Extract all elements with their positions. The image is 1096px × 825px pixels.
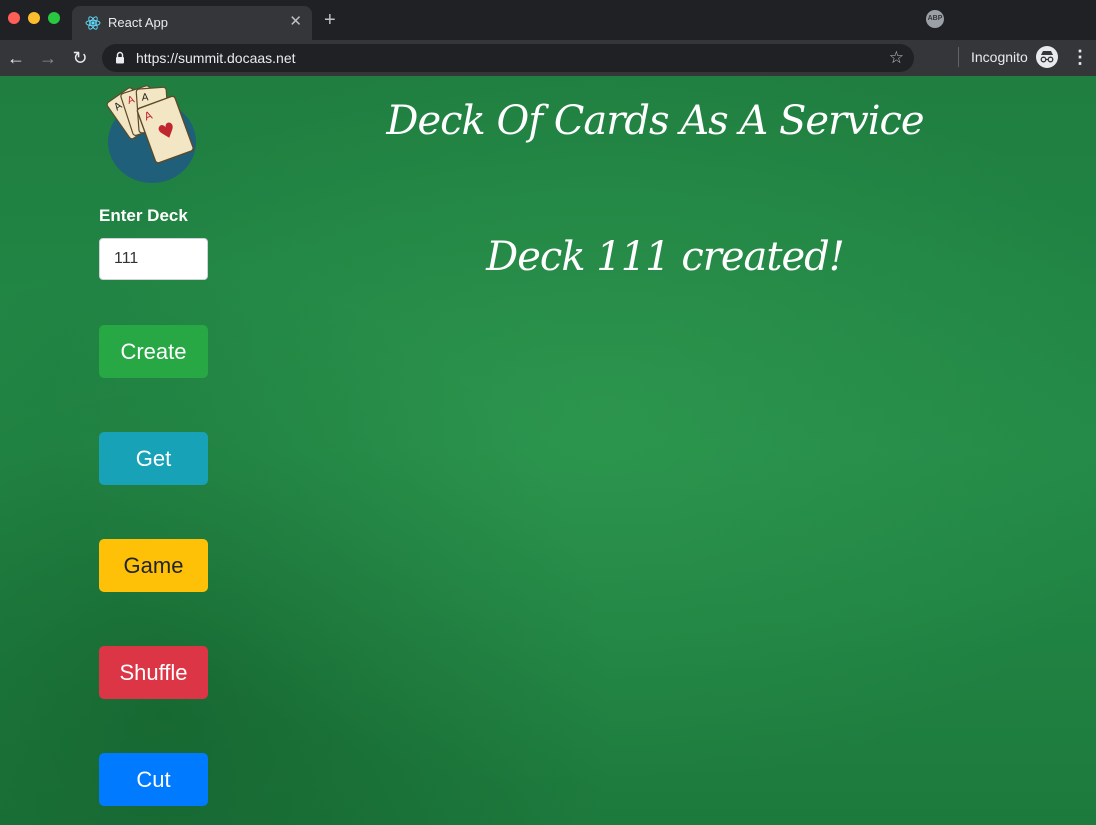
browser-toolbar: ← → ↻ https://summit.docaas.net ☆ xyxy=(0,40,1096,76)
tab-title: React App xyxy=(108,15,168,30)
adblock-icon[interactable]: ABP xyxy=(926,10,944,28)
react-favicon-icon xyxy=(85,16,101,30)
deck-id-input[interactable] xyxy=(99,238,208,280)
game-button[interactable]: Game xyxy=(99,539,208,592)
close-icon[interactable]: ✕ xyxy=(289,13,302,31)
lock-icon xyxy=(116,51,124,64)
status-message: Deck 111 created! xyxy=(486,234,845,280)
shuffle-button[interactable]: Shuffle xyxy=(99,646,208,699)
playing-cards-logo: A A ♦ A ♠ A ♥ xyxy=(106,85,196,183)
url-text[interactable]: https://summit.docaas.net xyxy=(136,50,296,66)
toolbar-divider xyxy=(958,47,959,67)
incognito-label[interactable]: Incognito xyxy=(971,49,1028,65)
page-title: Deck Of Cards As A Service xyxy=(386,98,924,144)
kebab-menu-icon[interactable]: ⋮ xyxy=(1070,47,1090,67)
address-bar[interactable]: https://summit.docaas.net ☆ xyxy=(102,44,914,72)
plus-icon[interactable]: + xyxy=(324,9,336,31)
star-icon[interactable]: ☆ xyxy=(889,47,904,69)
window-close-button[interactable] xyxy=(8,12,20,24)
create-button[interactable]: Create xyxy=(99,325,208,378)
reload-icon[interactable]: ↻ xyxy=(68,46,92,70)
window-maximize-button[interactable] xyxy=(48,12,60,24)
arrow-left-icon[interactable]: ← xyxy=(4,46,28,70)
cut-button[interactable]: Cut xyxy=(99,753,208,806)
get-button[interactable]: Get xyxy=(99,432,208,485)
browser-tab[interactable]: React App ✕ xyxy=(72,6,312,40)
svg-text:A: A xyxy=(141,92,149,103)
enter-deck-label: Enter Deck xyxy=(99,206,188,225)
incognito-icon[interactable] xyxy=(1036,46,1058,68)
app-page: A A ♦ A ♠ A ♥ Enter Deck Create Get Game… xyxy=(0,76,1096,825)
arrow-right-icon[interactable]: → xyxy=(36,46,60,70)
window-minimize-button[interactable] xyxy=(28,12,40,24)
